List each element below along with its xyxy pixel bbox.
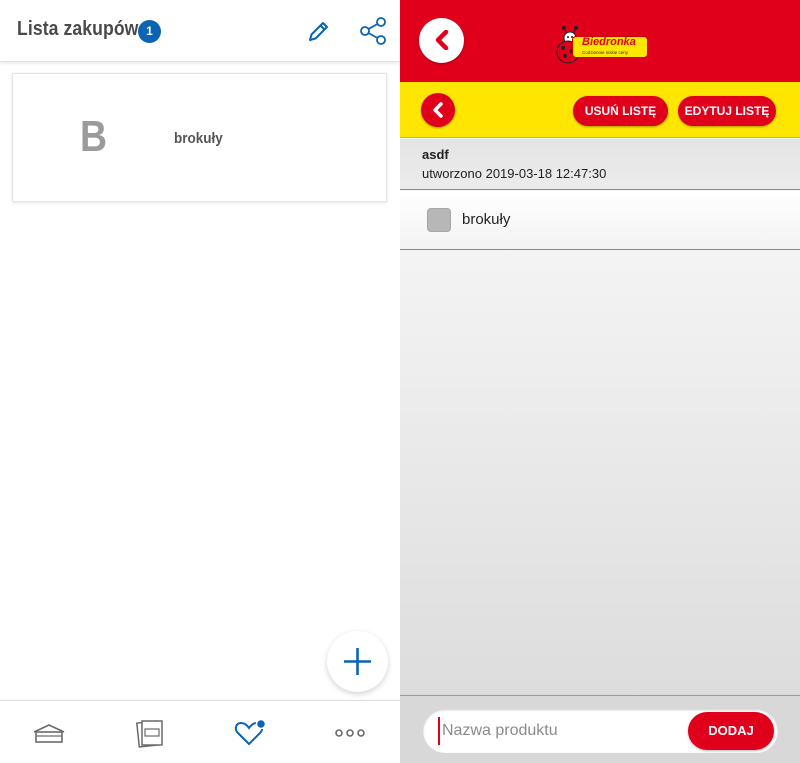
app-header: Biedronka Codziennie niskie ceny	[400, 0, 800, 82]
logo-text: Biedronka	[582, 36, 636, 48]
list-name: asdf	[422, 147, 449, 162]
list-info: asdf utworzono 2019-03-18 12:47:30	[400, 139, 800, 190]
item-count-badge: 1	[138, 20, 161, 43]
list-toolbar: USUŃ LISTĘ EDYTUJ LISTĘ	[400, 82, 800, 138]
more-icon[interactable]	[332, 715, 368, 751]
add-product-button[interactable]: DODAJ	[688, 712, 774, 750]
product-name-input[interactable]	[438, 717, 683, 745]
toolbar-back-button[interactable]	[421, 93, 455, 127]
lidl-panel: Lista zakupów 1 B brokuły	[0, 0, 400, 763]
plus-icon	[344, 648, 371, 675]
biedronka-logo: Biedronka Codziennie niskie ceny	[552, 20, 652, 64]
home-icon[interactable]	[31, 715, 67, 751]
chevron-left-icon	[435, 30, 449, 50]
biedronka-panel: Biedronka Codziennie niskie ceny USUŃ LI…	[400, 0, 800, 763]
notification-dot	[255, 718, 267, 730]
chevron-left-icon	[433, 102, 443, 118]
list-item[interactable]: B brokuły	[12, 73, 387, 202]
pencil-icon[interactable]	[306, 18, 332, 44]
bottom-navigation	[0, 700, 400, 763]
share-icon[interactable]	[358, 16, 388, 46]
list-created-date: utworzono 2019-03-18 12:47:30	[422, 166, 607, 181]
screenshot-root: Lista zakupów 1 B brokuły Biedronka Codz…	[0, 0, 800, 763]
list-item[interactable]: brokuły	[400, 191, 800, 250]
page-title: Lista zakupów	[17, 18, 139, 40]
app-header: Lista zakupów 1	[0, 0, 400, 62]
product-input-wrapper: DODAJ	[423, 709, 778, 753]
add-product-bar: DODAJ	[400, 695, 800, 763]
edit-list-button[interactable]: EDYTUJ LISTĘ	[678, 96, 776, 126]
heart-icon[interactable]	[232, 715, 268, 751]
leaflet-icon[interactable]	[132, 715, 168, 751]
item-name: brokuły	[174, 130, 223, 147]
remove-list-button[interactable]: USUŃ LISTĘ	[573, 96, 668, 126]
item-checkbox[interactable]	[427, 208, 451, 232]
item-initial: B	[80, 112, 108, 161]
add-item-button[interactable]	[327, 631, 388, 692]
item-name: brokuły	[462, 211, 511, 228]
logo-tagline: Codziennie niskie ceny	[582, 50, 629, 55]
back-button[interactable]	[419, 18, 464, 63]
